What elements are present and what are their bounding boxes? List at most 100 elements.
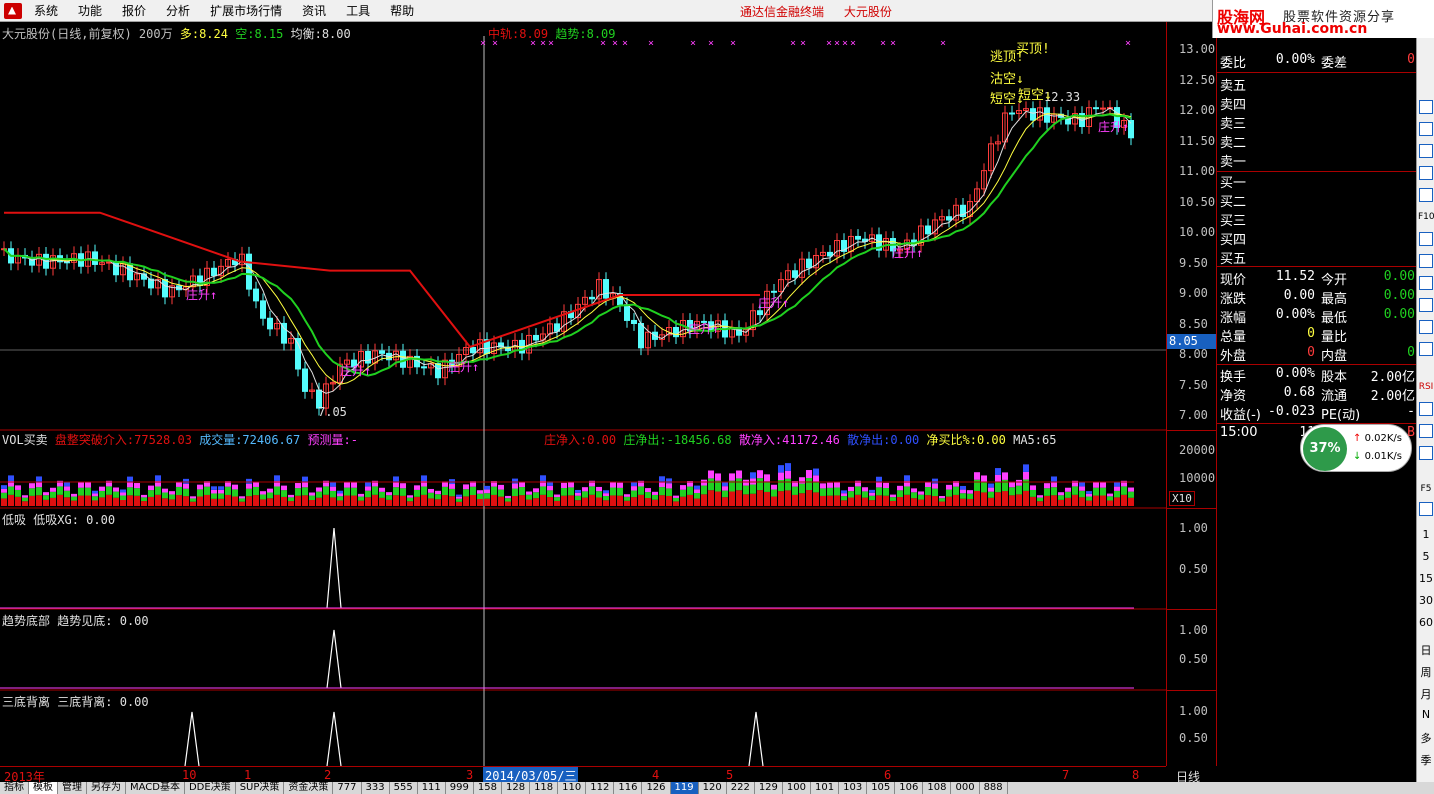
quote-row: 净资 0.68 流通 2.00亿	[1217, 385, 1417, 404]
quote-label: 最低	[1321, 311, 1348, 326]
tab-31[interactable]: 888	[980, 782, 1008, 794]
volume-bar-red	[1002, 491, 1008, 506]
menu-function[interactable]: 功能	[72, 2, 116, 19]
draw-icon[interactable]	[1419, 446, 1433, 460]
menu-quote[interactable]: 报价	[116, 2, 160, 19]
menu-news[interactable]: 资讯	[296, 2, 340, 19]
settings-icon[interactable]	[1419, 502, 1433, 516]
tab-10[interactable]: 555	[390, 782, 418, 794]
candle-body	[533, 334, 539, 341]
tab-11[interactable]: 111	[418, 782, 446, 794]
tab-27[interactable]: 105	[867, 782, 896, 794]
volume-bar-magenta	[729, 473, 735, 481]
volume-bar-green	[995, 481, 1001, 493]
volume-bar-red	[449, 496, 455, 506]
filter-icon[interactable]	[1419, 298, 1433, 312]
trend-icon[interactable]	[1419, 144, 1433, 158]
volume-bar-magenta	[988, 487, 994, 492]
tab-23[interactable]: 129	[755, 782, 783, 794]
period-n[interactable]: N	[1418, 708, 1434, 721]
volume-bar-magenta	[554, 494, 560, 498]
volume-bar-green	[197, 489, 203, 497]
period-multi[interactable]: 多	[1418, 730, 1434, 746]
date-month: 7	[1062, 768, 1070, 782]
tab-12[interactable]: 999	[446, 782, 474, 794]
period-30m[interactable]: 30	[1418, 594, 1434, 607]
trend-bottom-spike	[326, 629, 342, 689]
period-15m[interactable]: 15	[1418, 572, 1434, 585]
volume-bar-blue	[421, 475, 427, 481]
period-month[interactable]: 月	[1418, 686, 1434, 702]
menu-system[interactable]: 系统	[28, 2, 72, 19]
tab-2[interactable]: 管理	[58, 782, 87, 794]
indicator-icon[interactable]	[1419, 342, 1433, 356]
zoom-icon[interactable]	[1419, 402, 1433, 416]
tab-0[interactable]: 指标	[0, 782, 29, 794]
tab-18[interactable]: 116	[614, 782, 643, 794]
f10-button[interactable]: F10	[1418, 212, 1434, 222]
tab-6[interactable]: SUP决策	[236, 782, 285, 794]
tab-9[interactable]: 333	[362, 782, 390, 794]
tab-1[interactable]: 模板	[29, 782, 58, 794]
volume-bar-magenta	[1093, 482, 1099, 488]
table-icon[interactable]	[1419, 232, 1433, 246]
volume-bar-green	[799, 483, 805, 494]
tab-17[interactable]: 112	[586, 782, 615, 794]
calc-icon[interactable]	[1419, 276, 1433, 290]
tab-19[interactable]: 126	[642, 782, 671, 794]
network-speed-widget[interactable]: 37% ↑ 0.02K/s ↓ 0.01K/s	[1300, 424, 1412, 472]
menu-extended-market[interactable]: 扩展市场行情	[204, 2, 296, 19]
tab-26[interactable]: 103	[839, 782, 868, 794]
period-day[interactable]: 日	[1418, 642, 1434, 658]
chart-icon[interactable]	[1419, 100, 1433, 114]
menu-help[interactable]: 帮助	[384, 2, 428, 19]
tab-24[interactable]: 100	[783, 782, 811, 794]
volume-bar-red	[15, 496, 21, 506]
kline-chart[interactable]: × × × × × × × × × × × × × × × × × × × × × ×	[0, 22, 1166, 766]
period-week[interactable]: 周	[1418, 664, 1434, 680]
rsi-button[interactable]: RSI	[1418, 382, 1434, 392]
tab-14[interactable]: 128	[502, 782, 531, 794]
tab-30[interactable]: 000	[951, 782, 980, 794]
arrow-down-icon: ↓	[1353, 451, 1362, 462]
volume-bar-green	[127, 487, 133, 496]
tab-13[interactable]: 158	[474, 782, 502, 794]
tab-22[interactable]: 222	[727, 782, 755, 794]
tab-20[interactable]: 119	[670, 782, 699, 794]
volume-bar-green	[120, 495, 126, 500]
tab-25[interactable]: 101	[811, 782, 840, 794]
zhonggui-value: 8.09	[519, 27, 549, 41]
tab-3[interactable]: 另存为	[87, 782, 126, 794]
sort-icon[interactable]	[1419, 254, 1433, 268]
sub3-label: 三底背离:	[57, 695, 113, 709]
grid-icon[interactable]	[1419, 122, 1433, 136]
sub3-axis: 1.00	[1179, 704, 1208, 718]
kline-icon[interactable]	[1419, 166, 1433, 180]
volume-bar-green	[365, 490, 371, 498]
volume-bar-green	[638, 486, 644, 495]
tab-21[interactable]: 120	[699, 782, 727, 794]
tab-16[interactable]: 110	[558, 782, 587, 794]
volume-bar-magenta	[1009, 481, 1015, 488]
f5-button[interactable]: F5	[1418, 484, 1434, 494]
menu-analysis[interactable]: 分析	[160, 2, 204, 19]
tab-7[interactable]: 资金决策	[284, 782, 334, 794]
tab-4[interactable]: MACD基本	[126, 782, 185, 794]
volume-bar-red	[988, 497, 994, 506]
kong-value: 8.15	[254, 27, 284, 41]
tab-5[interactable]: DDE决策	[185, 782, 236, 794]
period-5m[interactable]: 5	[1418, 550, 1434, 563]
period-60m[interactable]: 60	[1418, 616, 1434, 629]
tab-28[interactable]: 106	[895, 782, 924, 794]
tab-8[interactable]: 777	[333, 782, 362, 794]
period-quarter[interactable]: 季	[1418, 752, 1434, 768]
tab-29[interactable]: 108	[923, 782, 952, 794]
period-1m[interactable]: 1	[1418, 528, 1434, 541]
move-icon[interactable]	[1419, 424, 1433, 438]
menu-tools[interactable]: 工具	[340, 2, 384, 19]
compare-icon[interactable]	[1419, 320, 1433, 334]
candle-body	[757, 310, 763, 316]
tab-15[interactable]: 118	[530, 782, 559, 794]
volume-bar-blue	[841, 490, 847, 494]
list-icon[interactable]	[1419, 188, 1433, 202]
